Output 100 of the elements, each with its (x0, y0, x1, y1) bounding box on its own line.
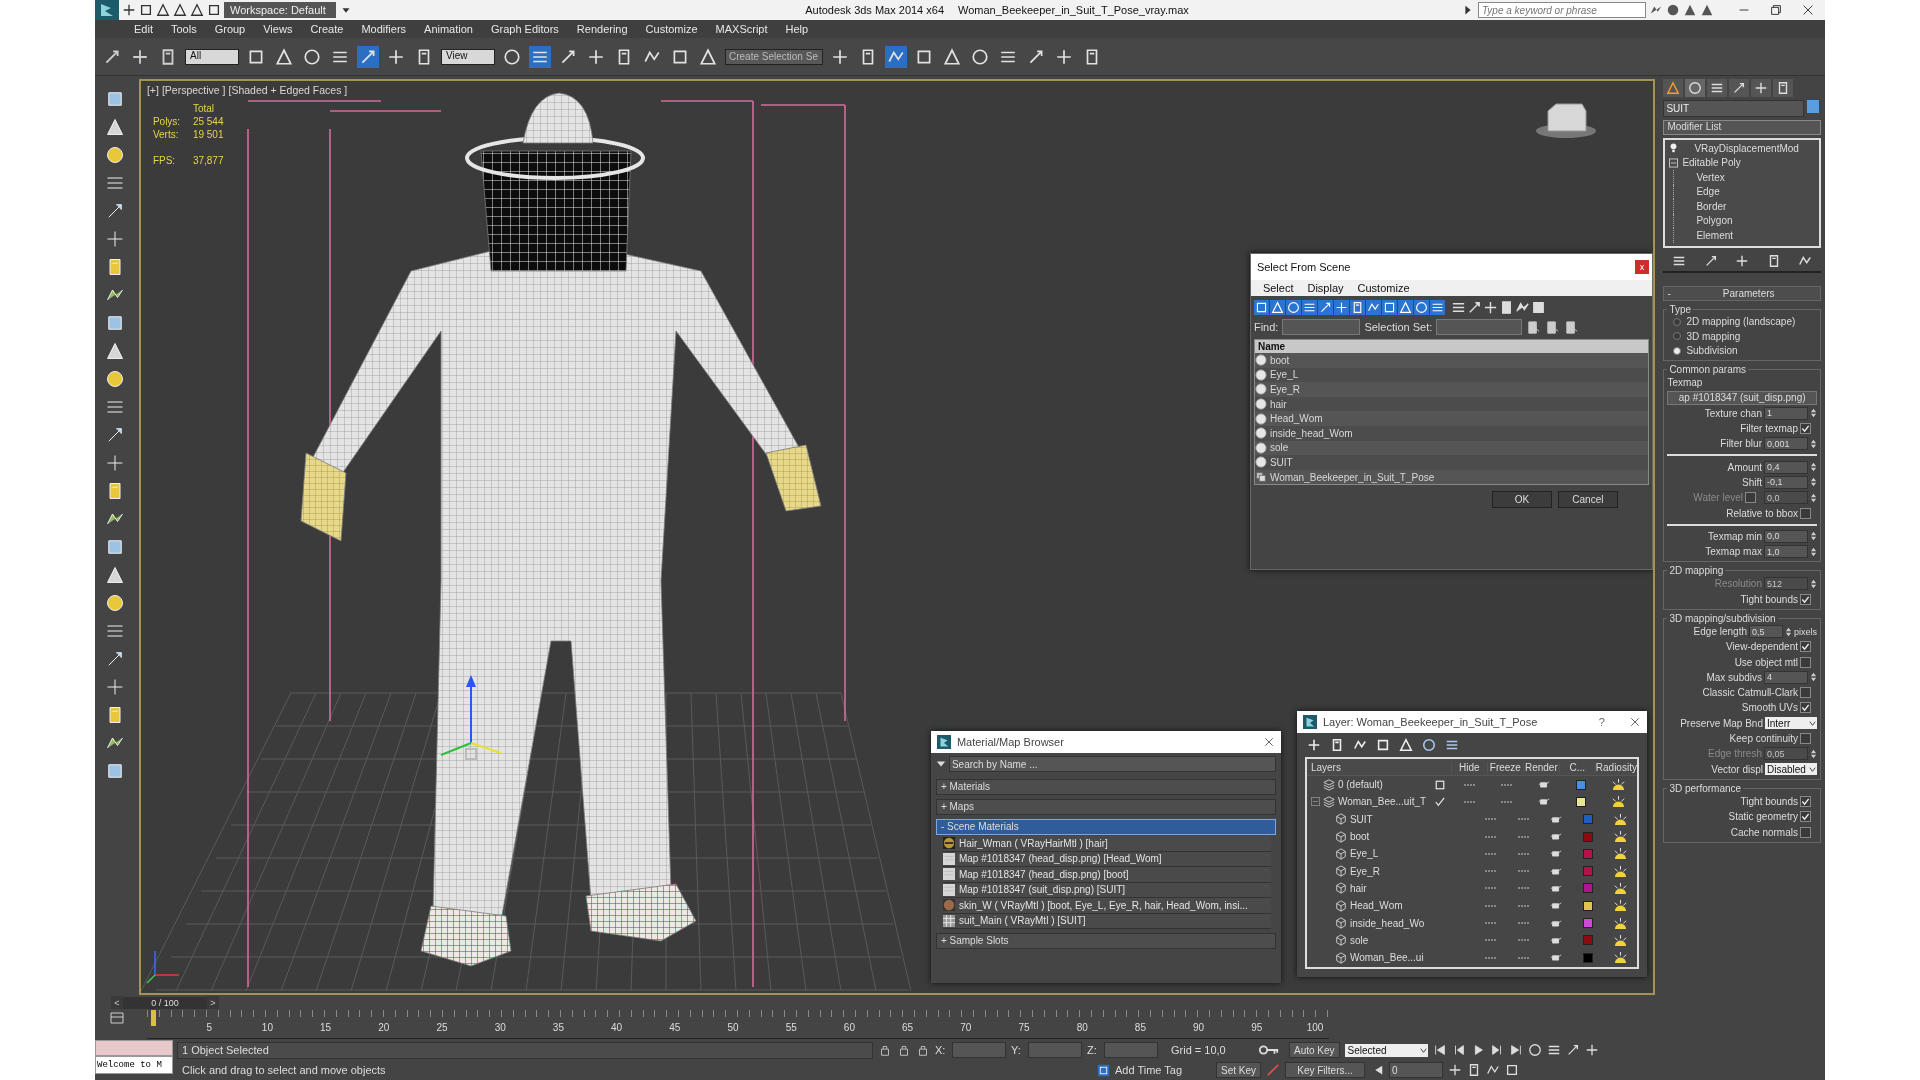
workspace-dropdown[interactable]: Workspace: Default (224, 2, 336, 18)
close-button[interactable]: x (1634, 260, 1649, 274)
help-button[interactable]: ? (1598, 716, 1605, 728)
dropdown[interactable]: Disabled (1765, 763, 1817, 776)
column-header[interactable]: C... (1558, 761, 1595, 773)
next-frame-button[interactable]: > (207, 996, 219, 1009)
checkbox-label[interactable]: Keep continuity (1729, 733, 1798, 745)
set-key-button[interactable]: Set Key (1216, 1062, 1262, 1078)
section-header[interactable]: + Maps (935, 799, 1276, 815)
spinner-field[interactable]: 0,001 (1764, 437, 1808, 451)
section-header[interactable]: + Sample Slots (935, 933, 1276, 949)
object-name[interactable]: boot (1269, 354, 1290, 366)
section-header[interactable]: - Scene Materials (935, 819, 1276, 835)
track-bar[interactable]: 5 10 15 20 25 30 35 40 45 50 55 60 65 70 75 80 85 90 95 100 (147, 1010, 1329, 1039)
subobject-item[interactable]: Border (1696, 200, 1727, 212)
subobject-item[interactable]: Edge (1696, 186, 1720, 198)
checkbox-label[interactable]: Filter texmap (1740, 423, 1798, 435)
menu-item[interactable]: Edit (125, 23, 162, 35)
current-frame-field[interactable]: 0 (1389, 1062, 1444, 1078)
spinner-field[interactable]: 0,5 (1749, 625, 1783, 638)
selection-filter-dropdown[interactable]: All (185, 48, 239, 65)
checkbox-label[interactable]: View-dependent (1725, 641, 1798, 653)
object-name[interactable]: sole (1269, 442, 1289, 454)
object-name[interactable]: inside_head_Wo (1349, 917, 1425, 929)
object-name[interactable]: Woman_Bee...ui (1349, 952, 1424, 964)
menu-item[interactable]: Create (301, 23, 353, 35)
menu-item[interactable]: Modifiers (352, 23, 416, 35)
radio-label[interactable]: 3D mapping (1686, 330, 1741, 342)
column-header[interactable]: Radiosity (1594, 761, 1637, 773)
column-header[interactable]: Layers (1306, 761, 1429, 773)
object-name[interactable]: SUIT (1269, 456, 1293, 468)
object-name[interactable]: Eye_L (1269, 369, 1299, 381)
menu-item[interactable]: Help (776, 23, 818, 35)
column-header[interactable]: Render (1522, 761, 1559, 773)
auto-key-button[interactable]: Auto Key (1289, 1042, 1340, 1058)
object-name[interactable]: sole (1349, 934, 1369, 946)
menu-item[interactable]: Graph Editors (481, 23, 568, 35)
radio-label[interactable]: 2D mapping (landscape) (1686, 316, 1796, 328)
radio-label[interactable]: Subdivision (1686, 345, 1738, 357)
checkbox-label[interactable]: Relative to bbox (1726, 507, 1798, 519)
subobject-item[interactable]: Polygon (1696, 215, 1733, 227)
layer-name[interactable]: Woman_Bee...uit_T (1337, 796, 1427, 808)
modifier-list-dropdown[interactable]: Modifier List (1663, 120, 1821, 135)
object-name[interactable]: boot (1349, 831, 1370, 843)
menu-item[interactable]: Views (254, 23, 302, 35)
dialog-button[interactable]: Cancel (1557, 491, 1618, 509)
layer-name[interactable]: 0 (default) (1337, 779, 1383, 791)
reference-coordinate-dropdown[interactable]: View (441, 48, 495, 65)
menu-item[interactable]: Animation (415, 23, 482, 35)
menu-item[interactable]: Display (1307, 282, 1344, 294)
named-selection-field[interactable]: Create Selection Se (725, 48, 823, 65)
search-field[interactable]: Search by Name ... (948, 756, 1276, 772)
viewport-label-menu[interactable]: [Shaded + Edged Faces ] (228, 84, 348, 96)
object-name[interactable]: inside_head_Wom (1269, 427, 1353, 439)
spinner-field[interactable]: -0,1 (1764, 475, 1808, 489)
checkbox-label[interactable]: Cache normals (1730, 826, 1798, 838)
viewport-label-menu[interactable]: [Perspective ] (161, 84, 226, 96)
viewport-label-menu[interactable]: [+] (146, 84, 159, 96)
menu-item[interactable]: Customize (1357, 282, 1410, 294)
object-name[interactable]: Head_Wom (1269, 413, 1323, 425)
dropdown[interactable]: Interr (1765, 717, 1817, 730)
menu-item[interactable]: MAXScript (706, 23, 777, 35)
menu-item[interactable]: Select (1262, 282, 1294, 294)
checkbox-label[interactable]: Use object mtl (1734, 656, 1798, 668)
dialog-button[interactable]: OK (1491, 491, 1552, 509)
subobject-item[interactable]: Vertex (1696, 171, 1725, 183)
menu-item[interactable]: Rendering (567, 23, 637, 35)
checkbox-label[interactable]: Tight bounds (1740, 593, 1798, 605)
column-header[interactable]: Hide (1450, 761, 1487, 773)
spinner-field[interactable]: 4 (1764, 670, 1808, 684)
stack-item[interactable]: VRayDisplacementMod (1682, 142, 1799, 154)
menu-item[interactable]: Tools (161, 23, 206, 35)
spinner-field[interactable]: 1,0 (1764, 545, 1808, 559)
checkbox-label[interactable]: Tight bounds (1740, 795, 1798, 807)
menu-item[interactable]: Customize (636, 23, 707, 35)
texmap-button[interactable]: ap #1018347 (suit_disp.png) (1667, 390, 1817, 405)
key-mode-dropdown[interactable]: Selected (1344, 1043, 1428, 1057)
key-filters-button[interactable]: Key Filters... (1285, 1062, 1366, 1078)
object-name[interactable]: hair (1349, 882, 1367, 894)
time-slider-handle[interactable]: 0 / 100 (123, 996, 207, 1009)
maxscript-output-field[interactable]: Welcome to M (95, 1056, 173, 1074)
add-time-tag-label[interactable]: Add Time Tag (1115, 1064, 1211, 1076)
spinner-field[interactable]: 1 (1764, 406, 1808, 420)
checkbox-label[interactable]: Static geometry (1728, 811, 1798, 823)
object-name[interactable]: hair (1269, 398, 1287, 410)
menu-item[interactable]: Group (205, 23, 255, 35)
subobject-item[interactable]: Element (1696, 229, 1734, 241)
stack-item[interactable]: Editable Poly (1682, 157, 1741, 169)
object-name[interactable]: Eye_L (1349, 848, 1379, 860)
spinner-field[interactable]: 0,0 (1764, 529, 1808, 543)
checkbox-label[interactable]: Smooth UVs (1741, 702, 1798, 714)
column-header[interactable]: Freeze (1486, 761, 1523, 773)
search-field[interactable]: Type a keyword or phrase (1478, 2, 1646, 18)
column-header[interactable]: Name (1254, 340, 1648, 353)
rollout-header[interactable]: - Parameters (1663, 285, 1821, 301)
section-header[interactable]: + Materials (935, 779, 1276, 795)
object-name-field[interactable]: SUIT (1663, 100, 1805, 117)
object-name[interactable]: Head_Wom (1349, 900, 1403, 912)
checkbox-label[interactable]: Classic Catmull-Clark (1702, 687, 1798, 699)
object-name[interactable]: Eye_R (1269, 384, 1300, 395)
